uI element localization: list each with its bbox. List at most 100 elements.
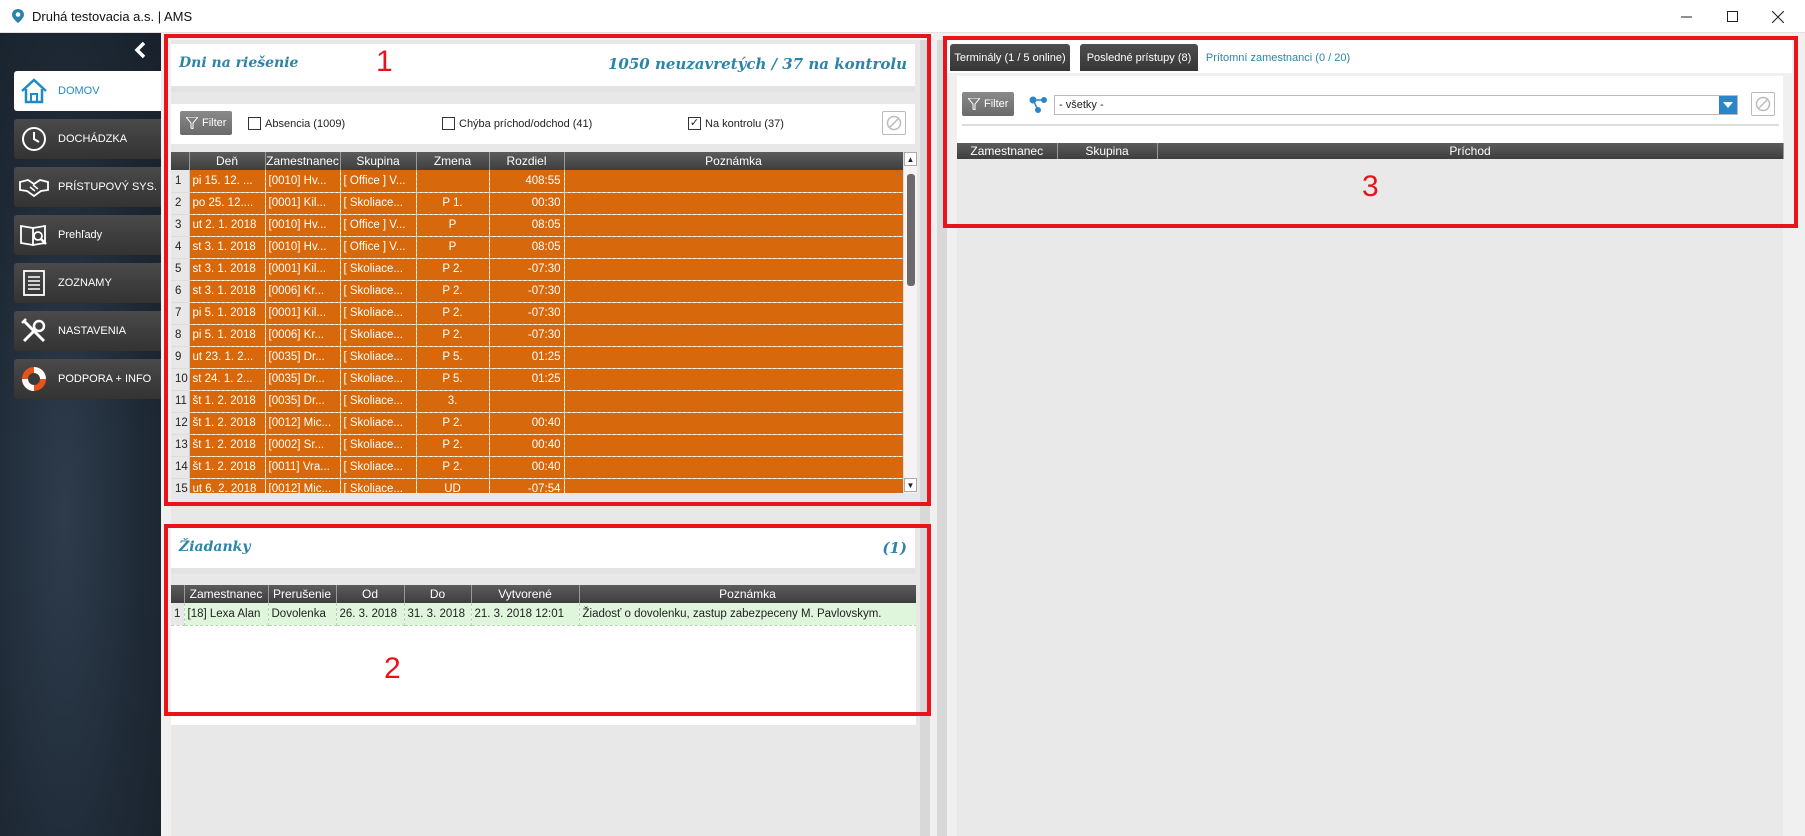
table-row[interactable]: 15 ut 6. 2. 2018 [0012] Mic...[ Skoliace..… bbox=[171, 478, 903, 493]
filter-button[interactable]: Filter bbox=[180, 111, 233, 135]
table-header-row: Zamestnanec Skupina Príchod bbox=[957, 143, 1784, 159]
column-header[interactable]: Zmena bbox=[416, 152, 490, 170]
table-cell bbox=[564, 434, 903, 457]
table-cell: -07:30 bbox=[489, 258, 565, 281]
row-number: 12 bbox=[171, 412, 190, 435]
tab-posledne-pristupy[interactable]: Posledné prístupy (8) bbox=[1080, 44, 1198, 71]
table-row[interactable]: 2 po 25. 12.... [0001] Kil...[ Skoliace...… bbox=[171, 192, 903, 215]
collapse-sidebar-button[interactable] bbox=[130, 41, 150, 61]
sidebar-item-label: PODPORA + INFO bbox=[58, 373, 152, 385]
table-row[interactable]: 7 pi 5. 1. 2018 [0001] Kil...[ Skoliace...… bbox=[171, 302, 903, 325]
checkbox-box[interactable]: ✓ bbox=[688, 117, 701, 130]
table-row[interactable]: 1 pi 15. 12. ... [0010] Hv...[ Office ] V.… bbox=[171, 170, 903, 193]
table-cell bbox=[564, 280, 903, 303]
requests-table-wrapper: Zamestnanec Prerušenie Od Do Vytvorené P… bbox=[171, 585, 916, 725]
group-select[interactable]: - všetky - bbox=[1054, 95, 1738, 115]
column-header[interactable]: Rozdiel bbox=[489, 152, 565, 170]
sidebar-item-zoznamy[interactable]: ZOZNAMY bbox=[14, 263, 161, 303]
table-cell: št 1. 2. 2018 bbox=[189, 412, 266, 435]
scroll-up-arrow-icon[interactable]: ▲ bbox=[904, 152, 917, 166]
table-row[interactable]: 13 št 1. 2. 2018 [0002] Sr...[ Skoliace...… bbox=[171, 434, 903, 457]
chevron-down-icon bbox=[1723, 102, 1733, 108]
table-cell bbox=[564, 478, 903, 493]
table-cell: -07:54 bbox=[489, 478, 565, 493]
column-header[interactable]: Zamestnanec bbox=[184, 585, 269, 603]
column-header[interactable]: Vytvorené bbox=[471, 585, 580, 603]
table-cell: P 2. bbox=[416, 412, 490, 435]
group-select-dropdown-button[interactable] bbox=[1719, 96, 1737, 114]
table-cell: pi 5. 1. 2018 bbox=[189, 324, 266, 347]
column-header[interactable]: Poznámka bbox=[579, 585, 916, 603]
table-row[interactable]: 3 ut 2. 1. 2018 [0010] Hv...[ Office ] V..… bbox=[171, 214, 903, 237]
column-header[interactable]: Zamestnanec bbox=[957, 143, 1058, 159]
filter-button[interactable]: Filter bbox=[962, 92, 1015, 116]
table-cell: [0012] Mic... bbox=[265, 412, 341, 435]
table-row[interactable]: 1 [18] Lexa Alan Dovolenka 26. 3. 2018 31. 3… bbox=[171, 603, 916, 626]
table-row[interactable]: 4st 3. 1. 2018 [0010] Hv...[ Office ] V..… bbox=[171, 236, 903, 259]
close-button[interactable] bbox=[1755, 0, 1801, 33]
table-row[interactable]: 6st 3. 1. 2018 [0006] Kr...[ Skoliace... P… bbox=[171, 280, 903, 303]
table-row[interactable]: 10st 24. 1. 2... [0035] Dr...[ Skoliace..… bbox=[171, 368, 903, 391]
column-header[interactable]: Zamestnanec bbox=[265, 152, 341, 170]
checkbox-absencia[interactable]: Absencia (1009) bbox=[248, 117, 345, 130]
table-row[interactable]: 11 št 1. 2. 2018 [0035] Dr...[ Skoliace...… bbox=[171, 390, 903, 413]
table-cell: Dovolenka bbox=[268, 603, 337, 626]
checkbox-box[interactable] bbox=[442, 117, 455, 130]
column-header[interactable]: Deň bbox=[189, 152, 266, 170]
maximize-button[interactable] bbox=[1709, 0, 1755, 33]
row-number: 8 bbox=[171, 324, 190, 347]
sidebar-item-podpora-info[interactable]: PODPORA + INFO bbox=[14, 359, 161, 399]
clear-filter-button[interactable] bbox=[1751, 92, 1775, 116]
checkbox-box[interactable] bbox=[248, 117, 261, 130]
table-cell: [ Skoliace... bbox=[340, 368, 417, 391]
table-cell: P 1. bbox=[416, 192, 490, 215]
sidebar-item-pristupovy-sys[interactable]: PRÍSTUPOVÝ SYS. bbox=[14, 167, 161, 207]
clear-filter-button[interactable] bbox=[882, 111, 906, 135]
table-cell bbox=[489, 390, 565, 413]
table-cell bbox=[564, 258, 903, 281]
table-row[interactable]: 8 pi 5. 1. 2018 [0006] Kr...[ Skoliace... P… bbox=[171, 324, 903, 347]
table-cell bbox=[564, 324, 903, 347]
column-header[interactable]: Skupina bbox=[340, 152, 417, 170]
table-cell: 00:40 bbox=[489, 412, 565, 435]
splitter[interactable] bbox=[937, 40, 947, 836]
minimize-button[interactable] bbox=[1663, 0, 1709, 33]
sidebar-item-domov[interactable]: DOMOV bbox=[14, 71, 161, 111]
column-header[interactable]: Poznámka bbox=[564, 152, 903, 170]
table-cell bbox=[416, 170, 490, 193]
table-cell bbox=[564, 236, 903, 259]
table-row[interactable]: 9 ut 23. 1. 2... [0035] Dr...[ Skoliace...… bbox=[171, 346, 903, 369]
sidebar-item-label: Prehľady bbox=[58, 229, 103, 241]
sidebar-item-nastavenia[interactable]: NASTAVENIA bbox=[14, 311, 161, 351]
column-header[interactable]: Od bbox=[336, 585, 405, 603]
table-cell: st 24. 1. 2... bbox=[189, 368, 266, 391]
table-row[interactable]: 12 št 1. 2. 2018 [0012] Mic...[ Skoliace..… bbox=[171, 412, 903, 435]
row-number: 5 bbox=[171, 258, 190, 281]
column-header[interactable]: Do bbox=[404, 585, 472, 603]
checkbox-na-kontrolu[interactable]: ✓ Na kontrolu (37) bbox=[688, 117, 784, 130]
table-cell: [0001] Kil... bbox=[265, 302, 341, 325]
sidebar-item-dochadzka[interactable]: DOCHÁDZKA bbox=[14, 119, 161, 159]
table-cell bbox=[564, 368, 903, 391]
tab-terminaly[interactable]: Terminály (1 / 5 online) bbox=[950, 44, 1070, 71]
scroll-thumb[interactable] bbox=[907, 174, 915, 286]
table-cell: [ Skoliace... bbox=[340, 478, 417, 493]
table-cell: [0010] Hv... bbox=[265, 214, 341, 237]
table-row[interactable]: 14 št 1. 2. 2018 [0011] Vra...[ Skoliace..… bbox=[171, 456, 903, 479]
table-cell: [ Skoliace... bbox=[340, 192, 417, 215]
days-table-scrollbar[interactable]: ▲ ▼ bbox=[903, 152, 917, 493]
scroll-down-arrow-icon[interactable]: ▼ bbox=[904, 478, 917, 492]
divider bbox=[962, 124, 1779, 126]
column-header[interactable]: Príchod bbox=[1157, 143, 1784, 159]
checkbox-chyba-prichod-odchod[interactable]: Chýba príchod/odchod (41) bbox=[442, 117, 592, 130]
table-cell: [0002] Sr... bbox=[265, 434, 341, 457]
chevron-left-icon bbox=[134, 41, 146, 59]
column-header[interactable]: Prerušenie bbox=[268, 585, 337, 603]
column-header[interactable]: Skupina bbox=[1057, 143, 1158, 159]
tab-pritomni-zamestnanci[interactable]: Prítomní zamestnanci (0 / 20) bbox=[1202, 44, 1354, 71]
table-cell: st 3. 1. 2018 bbox=[189, 280, 266, 303]
table-row[interactable]: 5st 3. 1. 2018 [0001] Kil...[ Skoliace...… bbox=[171, 258, 903, 281]
sidebar-item-prehlady[interactable]: Prehľady bbox=[14, 215, 161, 255]
sidebar-item-label: ZOZNAMY bbox=[58, 277, 112, 289]
app-location-icon bbox=[12, 9, 24, 23]
